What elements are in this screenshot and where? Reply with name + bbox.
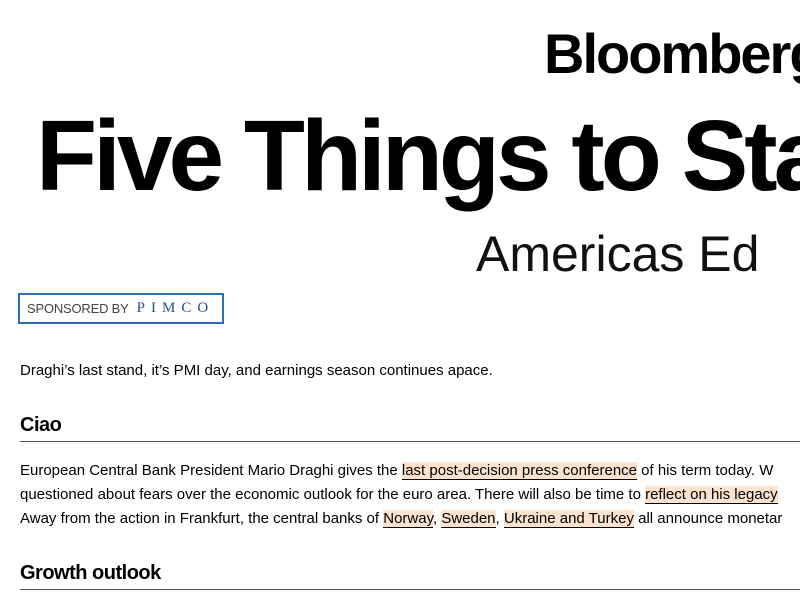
sponsor-label: SPONSORED BY [27, 301, 129, 316]
edition-label: Americas Ed [476, 226, 760, 282]
text: European Central Bank President Mario Dr… [20, 462, 402, 479]
text: Away from the action in Frankfurt, the c… [20, 510, 384, 527]
paragraph-line: questioned about fears over the economic… [20, 483, 782, 507]
link-legacy[interactable]: reflect on his legacy [645, 486, 778, 504]
text: of his term today. W [637, 462, 774, 479]
pimco-logo: PIMCO [136, 300, 215, 316]
sponsor-banner[interactable]: SPONSORED BY PIMCO [18, 293, 224, 324]
link-ukraine-turkey[interactable]: Ukraine and Turkey [503, 510, 634, 528]
section-body-ciao: European Central Bank President Mario Dr… [20, 459, 782, 531]
paragraph-line: European Central Bank President Mario Dr… [20, 459, 782, 483]
separator: , [495, 510, 504, 527]
paragraph-line: Away from the action in Frankfurt, the c… [20, 507, 782, 531]
text: questioned about fears over the economic… [20, 486, 646, 503]
section-title-growth-outlook: Growth outlook [20, 562, 800, 590]
link-press-conference[interactable]: last post-decision press conference [401, 462, 637, 480]
link-sweden[interactable]: Sweden [441, 510, 496, 528]
newsletter-headline: Five Things to Sta [36, 100, 800, 212]
section-title-ciao: Ciao [20, 414, 800, 442]
intro-text: Draghi’s last stand, it’s PMI day, and e… [20, 362, 493, 379]
text: all announce monetar [633, 510, 783, 527]
link-norway[interactable]: Norway [383, 510, 433, 528]
bloomberg-logo: Bloomberg [544, 22, 800, 85]
